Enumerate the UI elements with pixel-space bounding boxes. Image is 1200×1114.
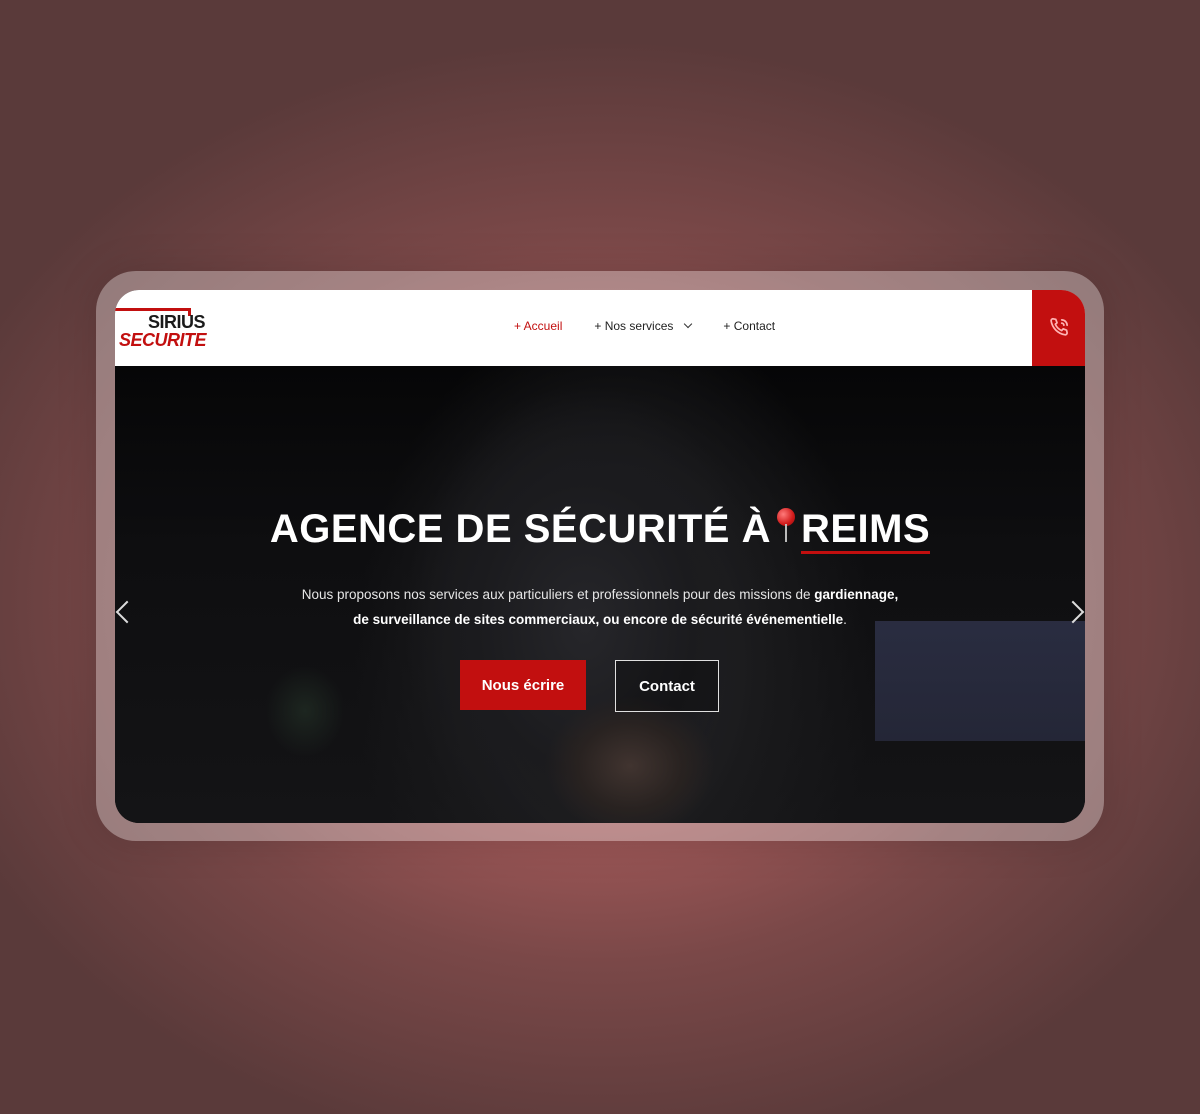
lede-end: . <box>843 612 847 627</box>
hero-background-plant <box>265 666 345 756</box>
lede-bold-2: de surveillance de sites commerciaux, ou… <box>353 612 844 627</box>
nav-item-contact[interactable]: + Contact <box>723 319 775 333</box>
phone-button[interactable] <box>1032 290 1085 366</box>
nav-item-label: + Nos services <box>594 319 674 333</box>
hero-headline: AGENCE DE SÉCURITÉ À REIMS <box>115 506 1085 554</box>
write-us-button[interactable]: Nous écrire <box>460 660 586 710</box>
map-pin-icon <box>775 506 797 546</box>
site-logo[interactable]: SIRIUS SECURITE <box>115 305 225 351</box>
site-header: SIRIUS SECURITE + Accueil + Nos services… <box>115 290 1085 366</box>
logo-text-bottom: SECURITE <box>119 330 207 350</box>
chevron-right-icon <box>1061 600 1085 624</box>
hero-background-hands <box>545 696 715 823</box>
contact-button[interactable]: Contact <box>615 660 719 712</box>
logo-bar <box>115 308 191 311</box>
logo-text-top: SIRIUS <box>148 312 206 332</box>
main-nav: + Accueil + Nos services + Contact <box>514 319 775 333</box>
hero-background-light <box>875 621 1085 741</box>
lede-intro: Nous proposons nos services aux particul… <box>301 587 811 602</box>
phone-icon <box>1049 317 1068 336</box>
website-screen: SIRIUS SECURITE + Accueil + Nos services… <box>115 290 1085 823</box>
lede-bold-1: gardiennage, <box>814 587 899 602</box>
chevron-down-icon <box>684 319 693 329</box>
headline-city: REIMS <box>800 507 931 554</box>
nav-item-nos-services[interactable]: + Nos services <box>594 319 693 333</box>
slider-next-button[interactable] <box>1055 590 1085 630</box>
slider-prev-button[interactable] <box>115 590 145 630</box>
hero-description: Nous proposons nos services aux particul… <box>295 582 905 632</box>
headline-text: AGENCE DE SÉCURITÉ À <box>269 507 771 551</box>
chevron-left-icon <box>115 600 139 624</box>
nav-item-accueil[interactable]: + Accueil <box>514 319 562 333</box>
